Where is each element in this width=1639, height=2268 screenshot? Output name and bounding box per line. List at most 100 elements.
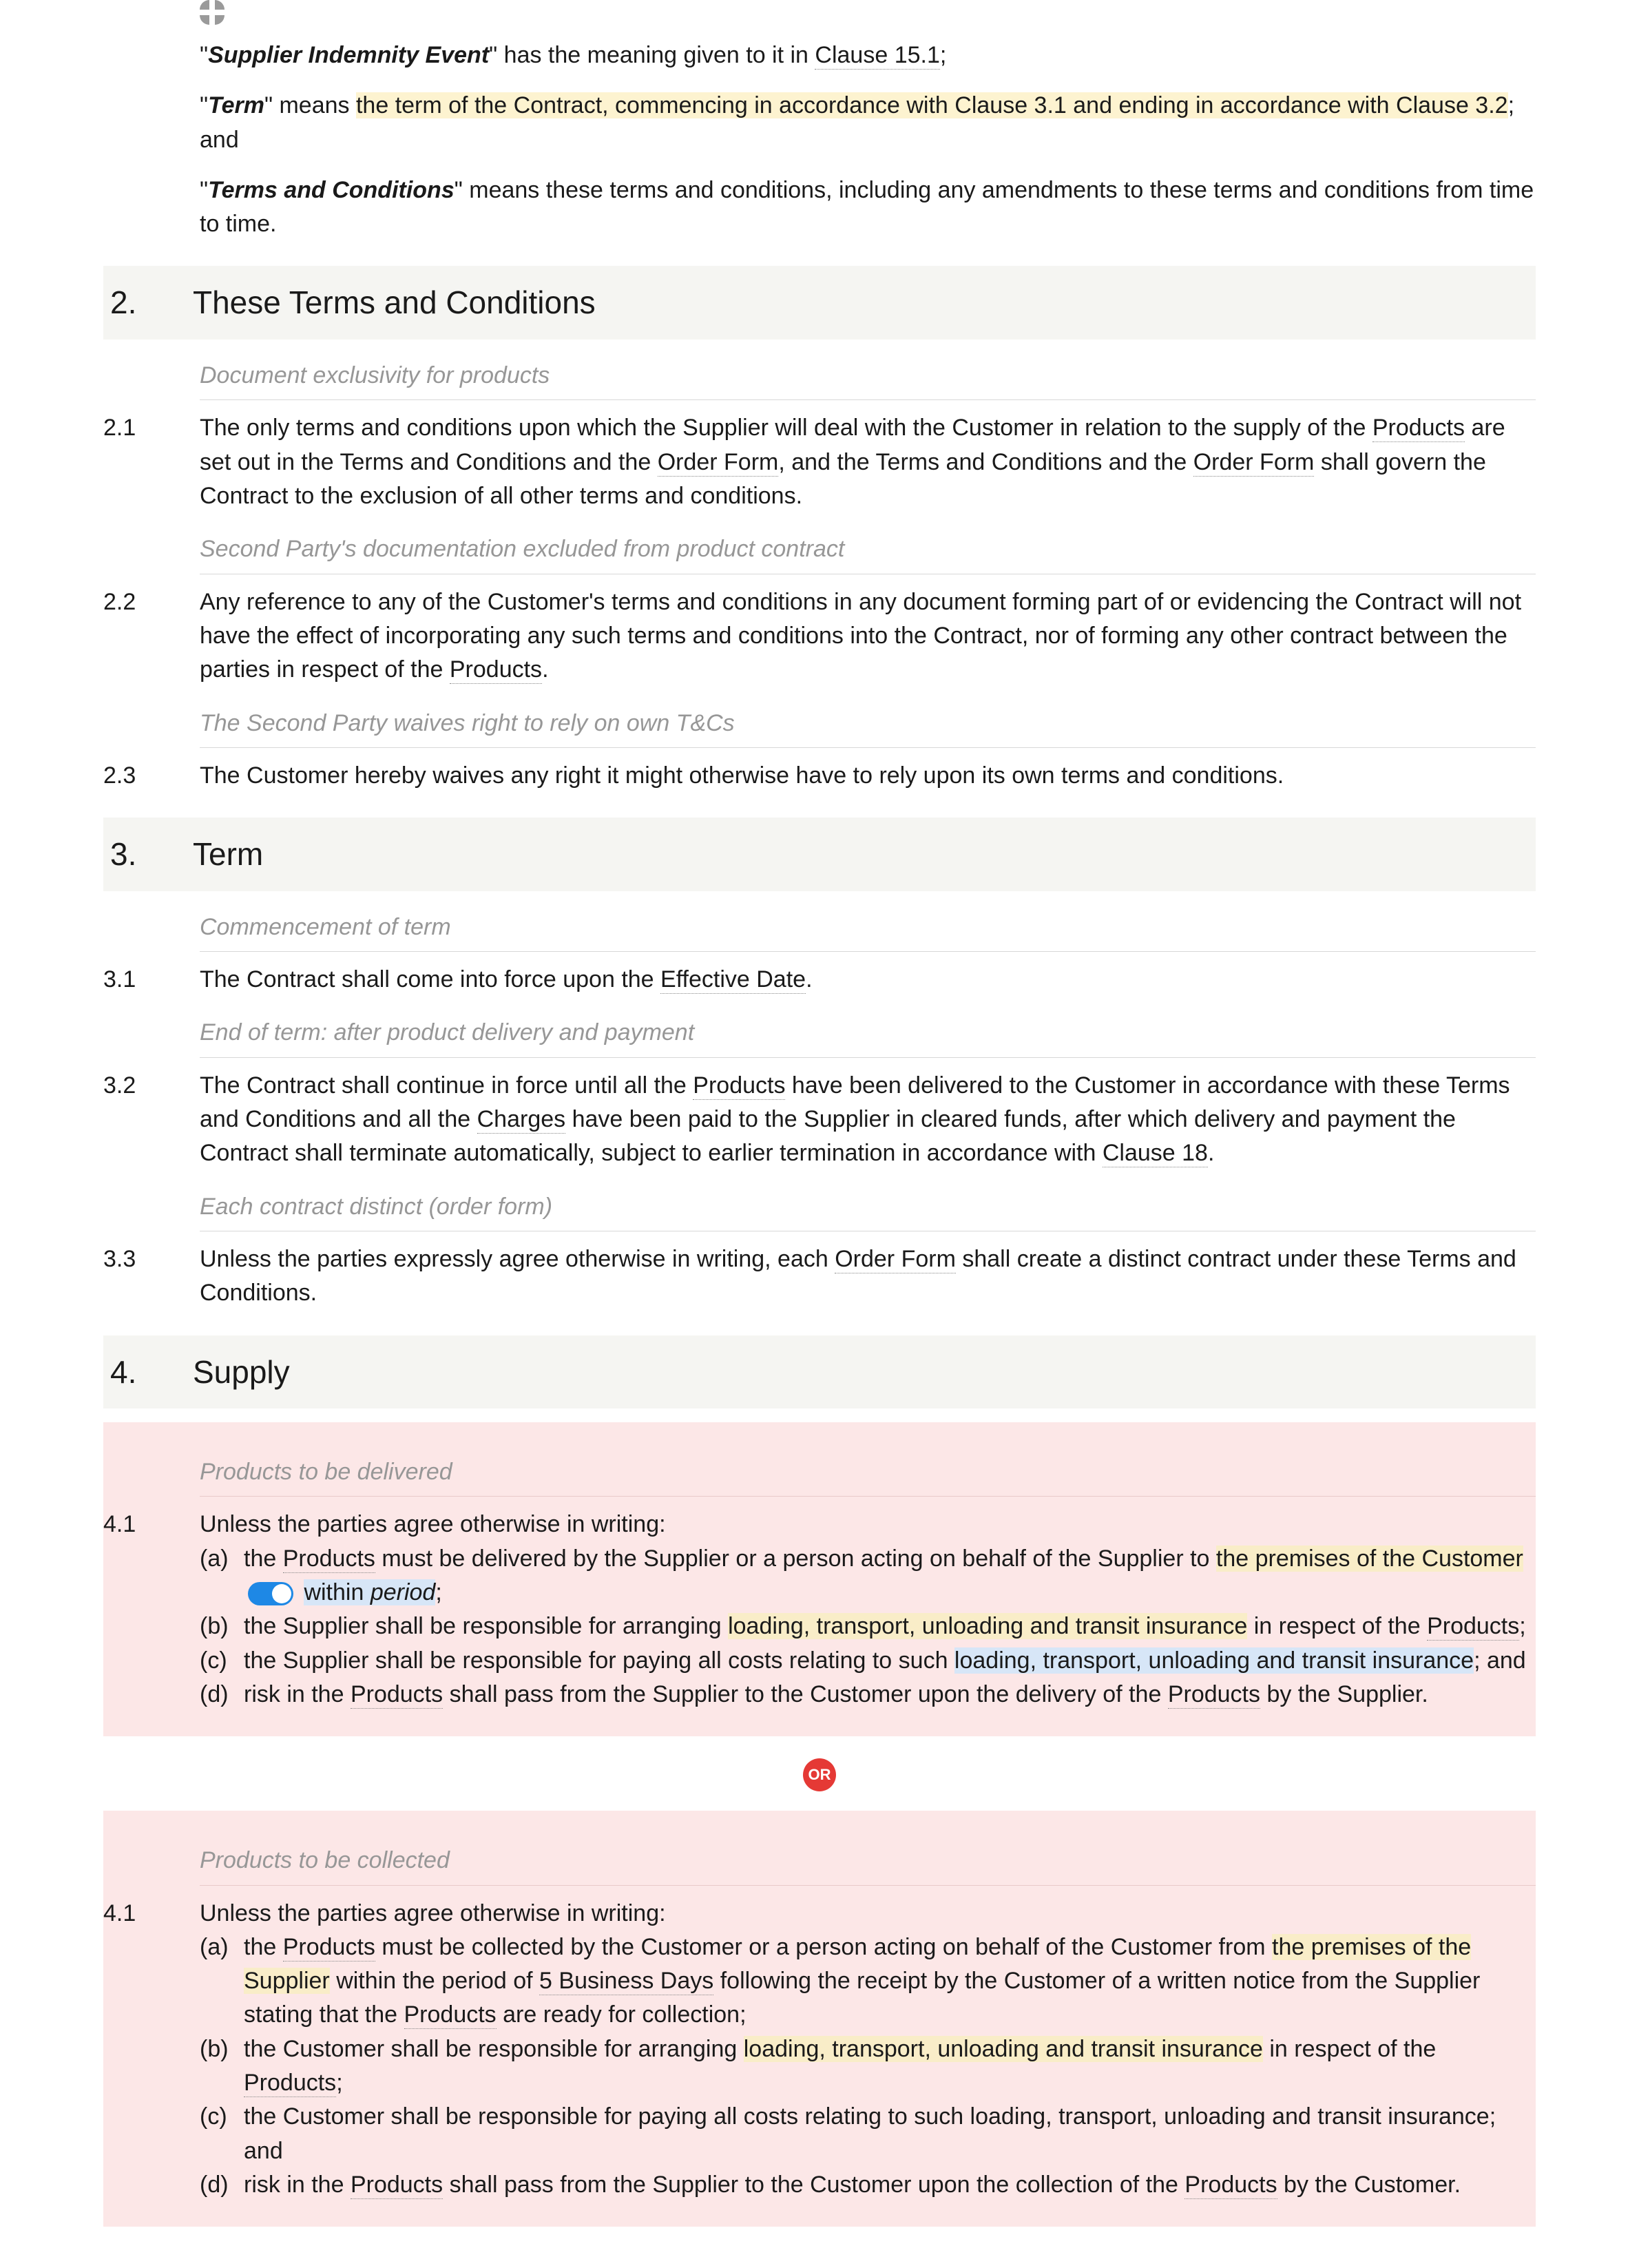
clause-intro: Unless the parties agree otherwise in wr… [200,1897,1536,1931]
item-body: the Customer shall be responsible for ar… [244,2032,1536,2101]
text: shall pass from the Supplier to the Cust… [443,1681,1168,1707]
text: the [244,1546,283,1572]
clause-body: Unless the parties expressly agree other… [200,1242,1536,1311]
definition-supplier-indemnity: "Supplier Indemnity Event" has the meani… [200,39,1536,72]
term-label: Term [208,92,264,118]
item-letter: (b) [200,1610,244,1643]
text: ; [336,2070,342,2096]
clause-2-3: 2.3 The Customer hereby waives any right… [103,759,1536,793]
charges-link[interactable]: Charges [477,1106,566,1134]
text: ; and [1474,1647,1526,1674]
list-item: (c) the Supplier shall be responsible fo… [200,1644,1536,1678]
text: Unless the parties expressly agree other… [200,1246,835,1272]
order-form-link[interactable]: Order Form [1193,449,1315,477]
text: shall pass from the Supplier to the Cust… [443,2172,1184,2198]
text: The Contract shall continue in force unt… [200,1072,693,1099]
order-form-link[interactable]: Order Form [835,1246,956,1273]
item-letter: (a) [200,1542,244,1610]
section-title: Supply [193,1349,290,1395]
text: The only terms and conditions upon which… [200,415,1372,441]
section-3-header: 3. Term [103,818,1536,891]
clause-number: 2.3 [103,759,200,793]
period-field[interactable]: period [370,1579,436,1605]
clause-4-1-delivered: 4.1 Unless the parties agree otherwise i… [103,1508,1536,1712]
products-link[interactable]: Products [283,1934,375,1962]
clause-2-1: 2.1 The only terms and conditions upon w… [103,411,1536,513]
clause-ref-link[interactable]: Clause 15.1 [815,42,939,70]
products-link[interactable]: Products [283,1546,375,1573]
item-letter: (d) [200,1678,244,1712]
clause-body: Any reference to any of the Customer's t… [200,585,1536,687]
section-2-header: 2. These Terms and Conditions [103,266,1536,340]
item-letter: (b) [200,2032,244,2101]
toggle-switch[interactable] [248,1582,293,1605]
item-body: the Supplier shall be responsible for pa… [244,1644,1536,1678]
section-4-header: 4. Supply [103,1335,1536,1409]
list-item: (d) risk in the Products shall pass from… [200,2168,1536,2202]
products-link[interactable]: Products [404,2001,497,2029]
list-item: (b) the Customer shall be responsible fo… [200,2032,1536,2101]
def-text: " has the meaning given to it in [489,42,815,68]
order-form-link[interactable]: Order Form [658,449,779,477]
products-link[interactable]: Products [351,2172,443,2199]
text: . [542,656,548,683]
products-link[interactable]: Products [1184,2172,1277,2199]
products-link[interactable]: Products [1372,415,1465,442]
item-body: risk in the Products shall pass from the… [244,1678,1536,1712]
text: must be delivered by the Supplier or a p… [375,1546,1216,1572]
clause-subtitle: Products to be delivered [200,1455,1536,1497]
clause-subtitle: Second Party's documentation excluded fr… [200,532,1536,574]
text: are ready for collection; [497,2001,747,2028]
text: within the period of [330,1968,539,1994]
clause-body: The Contract shall come into force upon … [200,963,1536,997]
highlighted-text: the term of the Contract, commencing in … [356,92,1508,118]
text: risk in the [244,2172,351,2198]
text: the Supplier shall be responsible for pa… [244,1647,954,1674]
clause-body: The only terms and conditions upon which… [200,411,1536,513]
list-item: (d) risk in the Products shall pass from… [200,1678,1536,1712]
products-link[interactable]: Products [244,2070,336,2097]
clause-number: 3.2 [103,1069,200,1171]
clause-4-1-collected: 4.1 Unless the parties agree otherwise i… [103,1897,1536,2203]
alternative-block-delivered: Products to be delivered 4.1 Unless the … [103,1422,1536,1736]
term-label: Supplier Indemnity Event [208,42,489,68]
list-item: (b) the Supplier shall be responsible fo… [200,1610,1536,1643]
text: . [806,966,812,992]
item-body: the Products must be collected by the Cu… [244,1931,1536,2032]
business-days-link[interactable]: 5 Business Days [539,1968,713,1995]
item-body: the Products must be delivered by the Su… [244,1542,1536,1610]
products-link[interactable]: Products [693,1072,785,1100]
effective-date-link[interactable]: Effective Date [660,966,806,994]
item-body: the Customer shall be responsible for pa… [244,2100,1536,2168]
clause-18-link[interactable]: Clause 18 [1103,1140,1208,1167]
clause-body: The Contract shall continue in force unt… [200,1069,1536,1171]
text: must be collected by the Customer or a p… [375,1934,1272,1960]
section-number: 4. [110,1349,193,1395]
highlighted-text: within period [304,1579,435,1605]
products-link[interactable]: Products [1427,1613,1519,1641]
definition-terms-conditions: "Terms and Conditions" means these terms… [200,174,1536,242]
list-item: (c) the Customer shall be responsible fo… [200,2100,1536,2168]
alternative-block-collected: Products to be collected 4.1 Unless the … [103,1811,1536,2227]
clause-number: 4.1 [103,1508,200,1712]
text: by the Customer. [1277,2172,1461,2198]
section-number: 3. [110,831,193,877]
text: Any reference to any of the Customer's t… [200,589,1521,683]
text: in respect of the [1263,2036,1436,2062]
text: ; [1519,1613,1525,1639]
definition-term: "Term" means the term of the Contract, c… [200,89,1536,157]
clause-number: 2.1 [103,411,200,513]
text: by the Supplier. [1260,1681,1428,1707]
list-item: (a) the Products must be delivered by th… [200,1542,1536,1610]
section-title: Term [193,831,263,877]
products-link[interactable]: Products [1168,1681,1260,1709]
products-link[interactable]: Products [450,656,542,684]
clause-subtitle: Document exclusivity for products [200,359,1536,400]
text: within [304,1579,370,1605]
text: . [1208,1140,1214,1166]
section-number: 2. [110,280,193,326]
clause-intro: Unless the parties agree otherwise in wr… [200,1508,1536,1541]
segmented-circle-icon [200,0,225,25]
products-link[interactable]: Products [351,1681,443,1709]
text: risk in the [244,1681,351,1707]
